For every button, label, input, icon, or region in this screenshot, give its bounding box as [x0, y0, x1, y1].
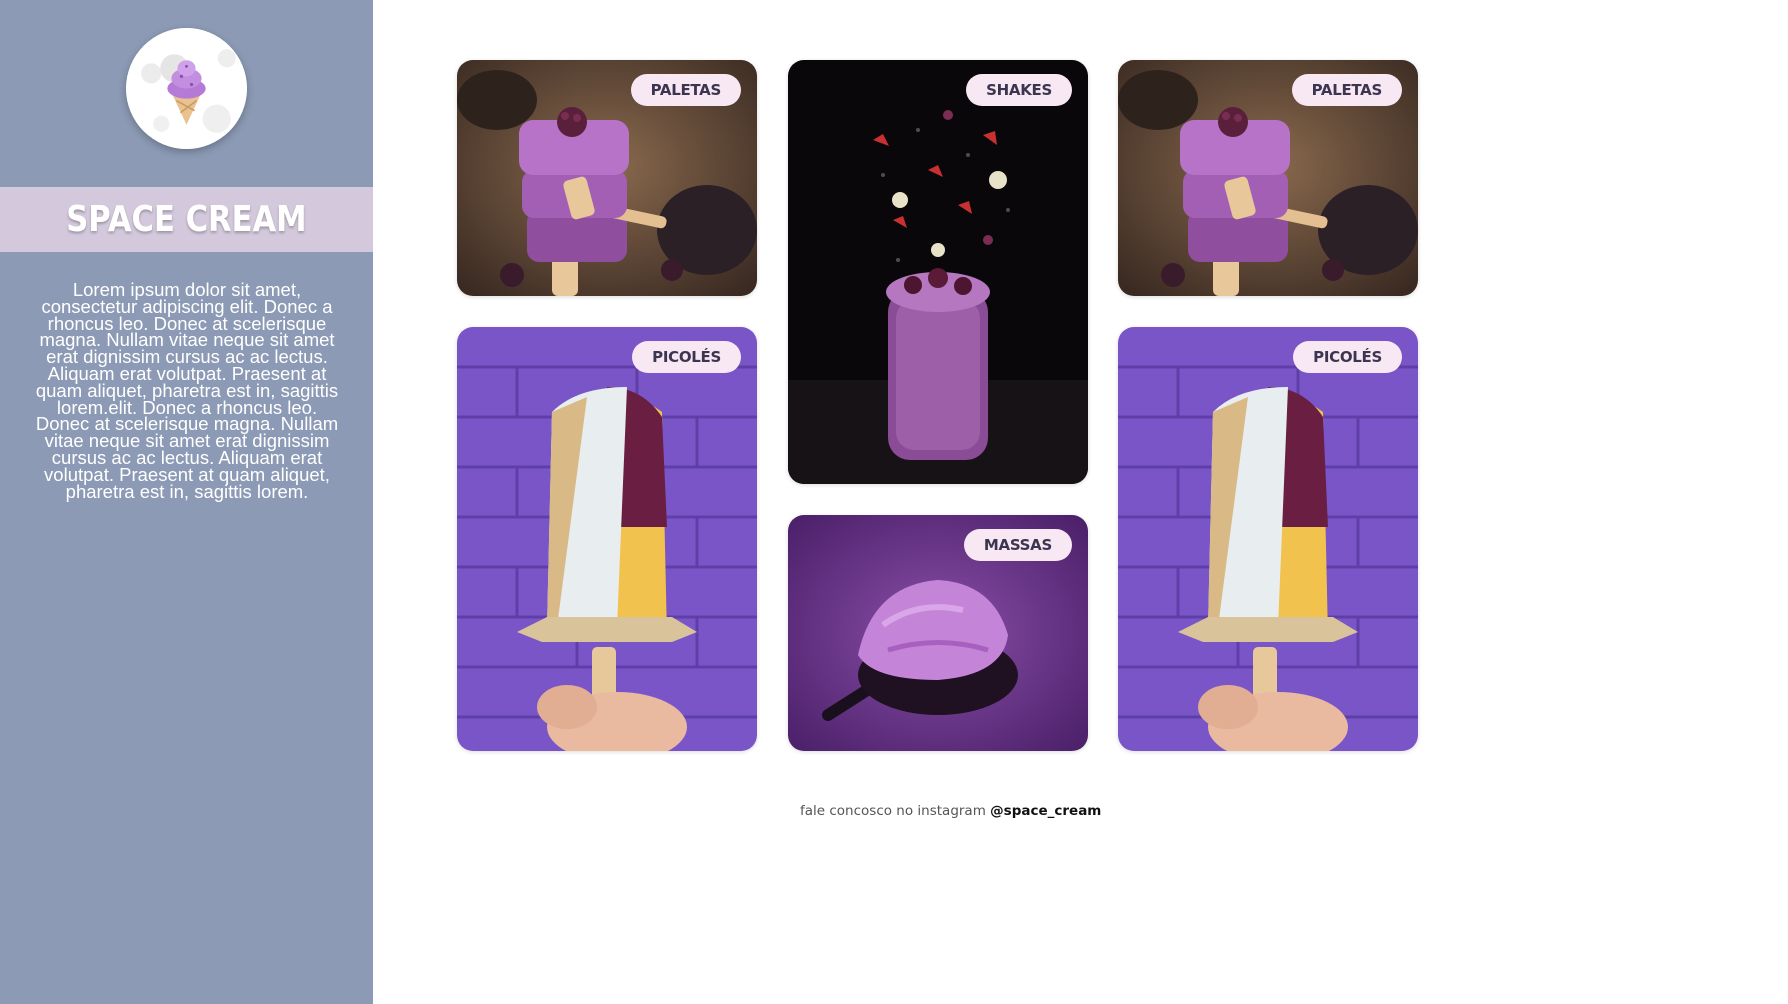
- card-picoles-2[interactable]: PICOLÉS: [1118, 327, 1418, 751]
- card-tag: PICOLÉS: [632, 341, 741, 373]
- sidebar: SPACE CREAM Lorem ipsum dolor sit amet, …: [0, 0, 373, 1004]
- logo[interactable]: [126, 28, 247, 149]
- card-shakes[interactable]: SHAKES: [788, 60, 1088, 484]
- about-text: Lorem ipsum dolor sit amet, consectetur …: [35, 279, 339, 502]
- ice-cream-cone-icon: [126, 28, 247, 149]
- card-paletas[interactable]: PALETAS: [457, 60, 757, 296]
- brand-title: SPACE CREAM: [66, 199, 307, 240]
- card-massas[interactable]: MASSAS: [788, 515, 1088, 751]
- card-tag: SHAKES: [966, 74, 1072, 106]
- card-tag: PICOLÉS: [1293, 341, 1402, 373]
- picoles-photo: [457, 327, 757, 751]
- card-tag: PALETAS: [1291, 74, 1402, 106]
- card-paletas-2[interactable]: PALETAS: [1118, 60, 1418, 296]
- footer-text: fale concosco no instagram: [800, 803, 986, 819]
- instagram-handle-link[interactable]: @space_cream: [990, 803, 1101, 819]
- footer: fale concosco no instagram @space_cream: [800, 803, 1101, 819]
- card-tag: MASSAS: [963, 529, 1072, 561]
- card-picoles[interactable]: PICOLÉS: [457, 327, 757, 751]
- brand-band: SPACE CREAM: [0, 187, 373, 252]
- shakes-photo: [788, 60, 1088, 484]
- card-tag: PALETAS: [630, 74, 741, 106]
- picoles-photo: [1118, 327, 1418, 751]
